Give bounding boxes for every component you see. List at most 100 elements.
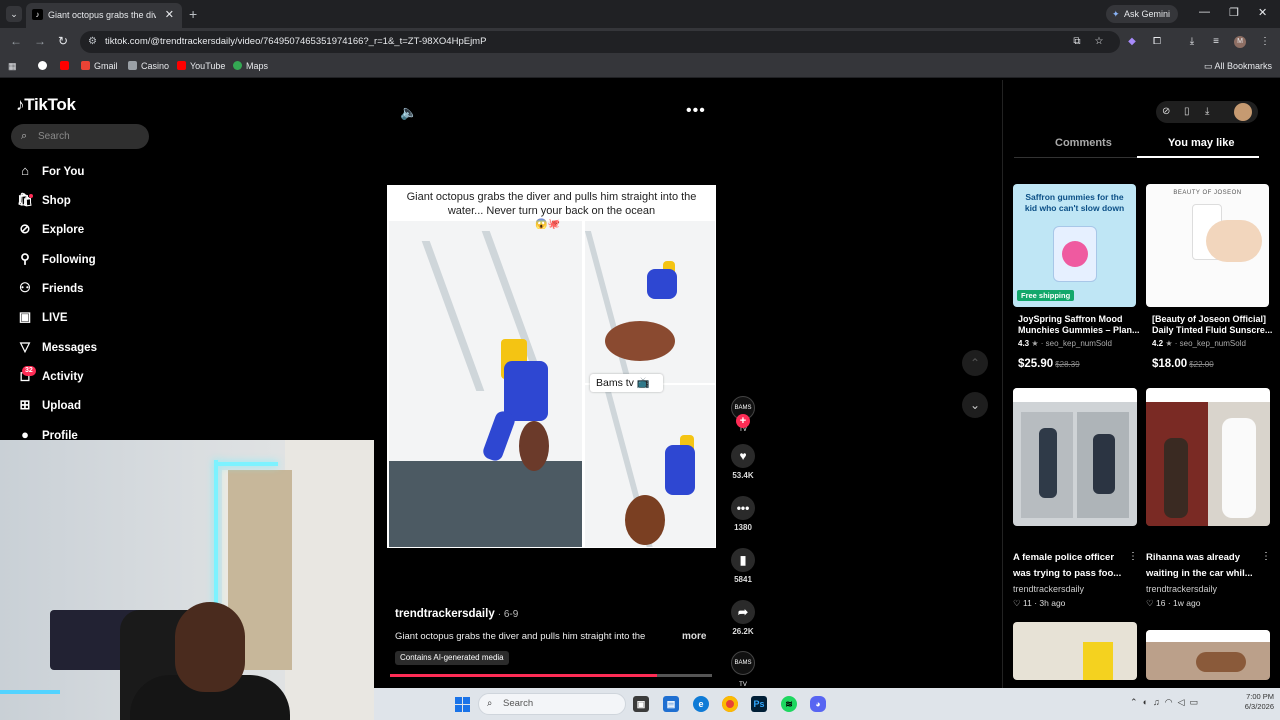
new-tab-button[interactable]: + [189,6,197,22]
next-video-button[interactable]: ⌄ [962,392,988,418]
suggested-video-title[interactable]: Rihanna was already waiting in the car w… [1146,550,1264,582]
more-options-icon[interactable]: ⋮ [1128,551,1138,562]
video-date: · 6-9 [497,609,519,620]
upload-icon: ⊞ [19,397,31,412]
comment-button[interactable]: ••• 1380 [730,496,756,532]
spotify-icon[interactable]: ≋ [781,696,797,712]
browser-tab-active[interactable]: ♪ Giant octopus grabs the diver a ✕ [26,3,182,28]
follow-button[interactable]: + [736,414,750,428]
extensions-puzzle-icon[interactable]: ⧠ [1151,36,1163,48]
all-bookmarks[interactable]: ▭ All Bookmarks [1204,61,1272,72]
video-frame-bottom-right [585,385,715,547]
chevron-up-icon: ⌃ [969,356,981,370]
phone-icon[interactable]: ▯ [1184,106,1190,117]
taskbar-clock[interactable]: 7:00 PM 6/3/2026 [1228,692,1274,712]
webcam-led-strip-top [218,462,278,466]
tiktok-logo[interactable]: ♪TikTok [16,95,76,115]
discord-icon[interactable]: ◕ [810,696,826,712]
extension-icon[interactable]: ◆ [1126,36,1138,48]
save-button[interactable]: ▮ 5841 [730,548,756,584]
download-icon[interactable]: ⤓ [1205,106,1209,117]
edge-icon[interactable]: e [693,696,709,712]
restore-window-icon[interactable]: ❐ [1229,6,1239,19]
bookmark-maps[interactable]: Maps [233,61,268,71]
address-bar[interactable]: ⚙ tiktok.com/@trendtrackersdaily/video/7… [80,31,1120,53]
mic-icon: ♫ [1153,697,1160,707]
apps-grid-icon[interactable]: ▦ [8,61,17,72]
right-panel [1002,80,1280,688]
chrome-icon[interactable] [722,696,738,712]
product-title[interactable]: [Beauty of Joseon Official] Daily Tinted… [1152,314,1274,336]
live-icon: ▣ [18,309,32,324]
back-icon[interactable]: ← [10,34,22,48]
minimize-window-icon[interactable]: — [1199,6,1210,18]
browser-menu-icon[interactable]: ⋮ [1259,36,1271,48]
music-disc[interactable]: BAMS TV [731,651,755,688]
bookmark-1[interactable] [38,61,51,71]
suggested-video-thumbnail[interactable] [1013,622,1137,680]
suggested-video-author[interactable]: trendtrackersdaily [1146,584,1217,594]
webcam-doorframe [285,440,374,720]
site-info-icon[interactable]: ⚙ [88,31,97,53]
more-options-icon[interactable]: ⋮ [1261,551,1271,562]
suggested-video-author[interactable]: trendtrackersdaily [1013,584,1084,594]
downloads-icon[interactable]: ⤓ [1186,36,1198,48]
like-button[interactable]: ♥ 53.4K [730,444,756,480]
bookmark-casino[interactable]: Casino [128,61,169,71]
wifi-icon: ◠ [1164,697,1173,707]
video-progress-bar[interactable] [390,674,712,677]
nav-shop[interactable]: 🛍 Shop [16,190,71,210]
nav-explore[interactable]: ⊘ Explore [16,219,85,239]
taskbar-search[interactable]: ⌕ Search [478,693,626,715]
description-more-link[interactable]: more [682,631,706,642]
volume-icon[interactable]: 🔈 [400,104,417,121]
suggested-video-thumbnail[interactable] [1013,388,1137,526]
product-title[interactable]: JoySpring Saffron Mood Munchies Gummies … [1018,314,1140,336]
video-author[interactable]: trendtrackersdaily · 6-9 [395,608,518,620]
bookmark-2[interactable] [60,61,73,71]
photoshop-icon[interactable]: Ps [751,696,767,712]
reload-icon[interactable]: ↻ [58,34,68,48]
product-price: $25.90 $28.39 [1018,358,1080,370]
task-view-icon[interactable]: ▣ [633,696,649,712]
webcam-cable [0,690,60,694]
product-card-image[interactable]: BEAUTY OF JOSEON [1146,184,1269,307]
bookmark-youtube[interactable]: YouTube [177,61,225,71]
product-card-image[interactable]: Saffron gummies for the kid who can't sl… [1013,184,1136,307]
watermark-label: Bams tv 📺 [590,374,663,392]
windows-start-icon[interactable] [455,697,470,712]
install-app-icon[interactable]: ⧉ [1071,36,1083,48]
forward-icon[interactable]: → [34,34,46,48]
video-player[interactable]: Giant octopus grabs the diver and pulls … [387,185,716,548]
bookmark-star-icon[interactable]: ☆ [1093,36,1105,48]
system-tray[interactable]: ⌃ ◐ ♫ ◠ ◁ ▭ [1130,697,1198,708]
compass-icon[interactable]: ⊘ [1162,106,1170,117]
bookmark-gmail[interactable]: Gmail [81,61,118,71]
tab-search-button[interactable]: ⌄ [6,6,22,22]
tab-you-may-like[interactable]: You may like [1168,137,1234,149]
nav-messages[interactable]: ▽ Messages [16,337,97,357]
tab-comments[interactable]: Comments [1055,137,1112,149]
reading-list-icon[interactable]: ≡ [1210,36,1222,48]
share-button[interactable]: ➦ 26.2K [730,600,756,636]
suggested-video-title[interactable]: A female police officer was trying to pa… [1013,550,1131,582]
suggested-video-thumbnail[interactable] [1146,630,1270,680]
tiktok-search-input[interactable]: ⌕ Search [11,124,149,149]
close-window-icon[interactable]: ✕ [1258,6,1267,19]
video-caption-overlay: Giant octopus grabs the diver and pulls … [406,191,697,217]
store-icon[interactable]: ▤ [663,696,679,712]
volume-icon: ◁ [1177,697,1185,707]
more-options-icon[interactable]: ••• [686,102,706,120]
ask-gemini-button[interactable]: ✦ Ask Gemini [1106,5,1178,23]
nav-following[interactable]: ⚲ Following [16,249,95,269]
nav-live[interactable]: ▣ LIVE [16,307,68,327]
nav-for-you[interactable]: ⌂ For You [16,161,84,181]
activity-badge: 32 [22,366,36,376]
nav-friends[interactable]: ⚇ Friends [16,278,83,298]
nav-upload[interactable]: ⊞ Upload [16,395,81,415]
previous-video-button[interactable]: ⌃ [962,350,988,376]
user-avatar[interactable] [1234,103,1252,121]
suggested-video-thumbnail[interactable] [1146,388,1270,526]
tab-close-icon[interactable]: ✕ [165,8,174,21]
profile-avatar-icon[interactable]: M [1234,36,1246,48]
